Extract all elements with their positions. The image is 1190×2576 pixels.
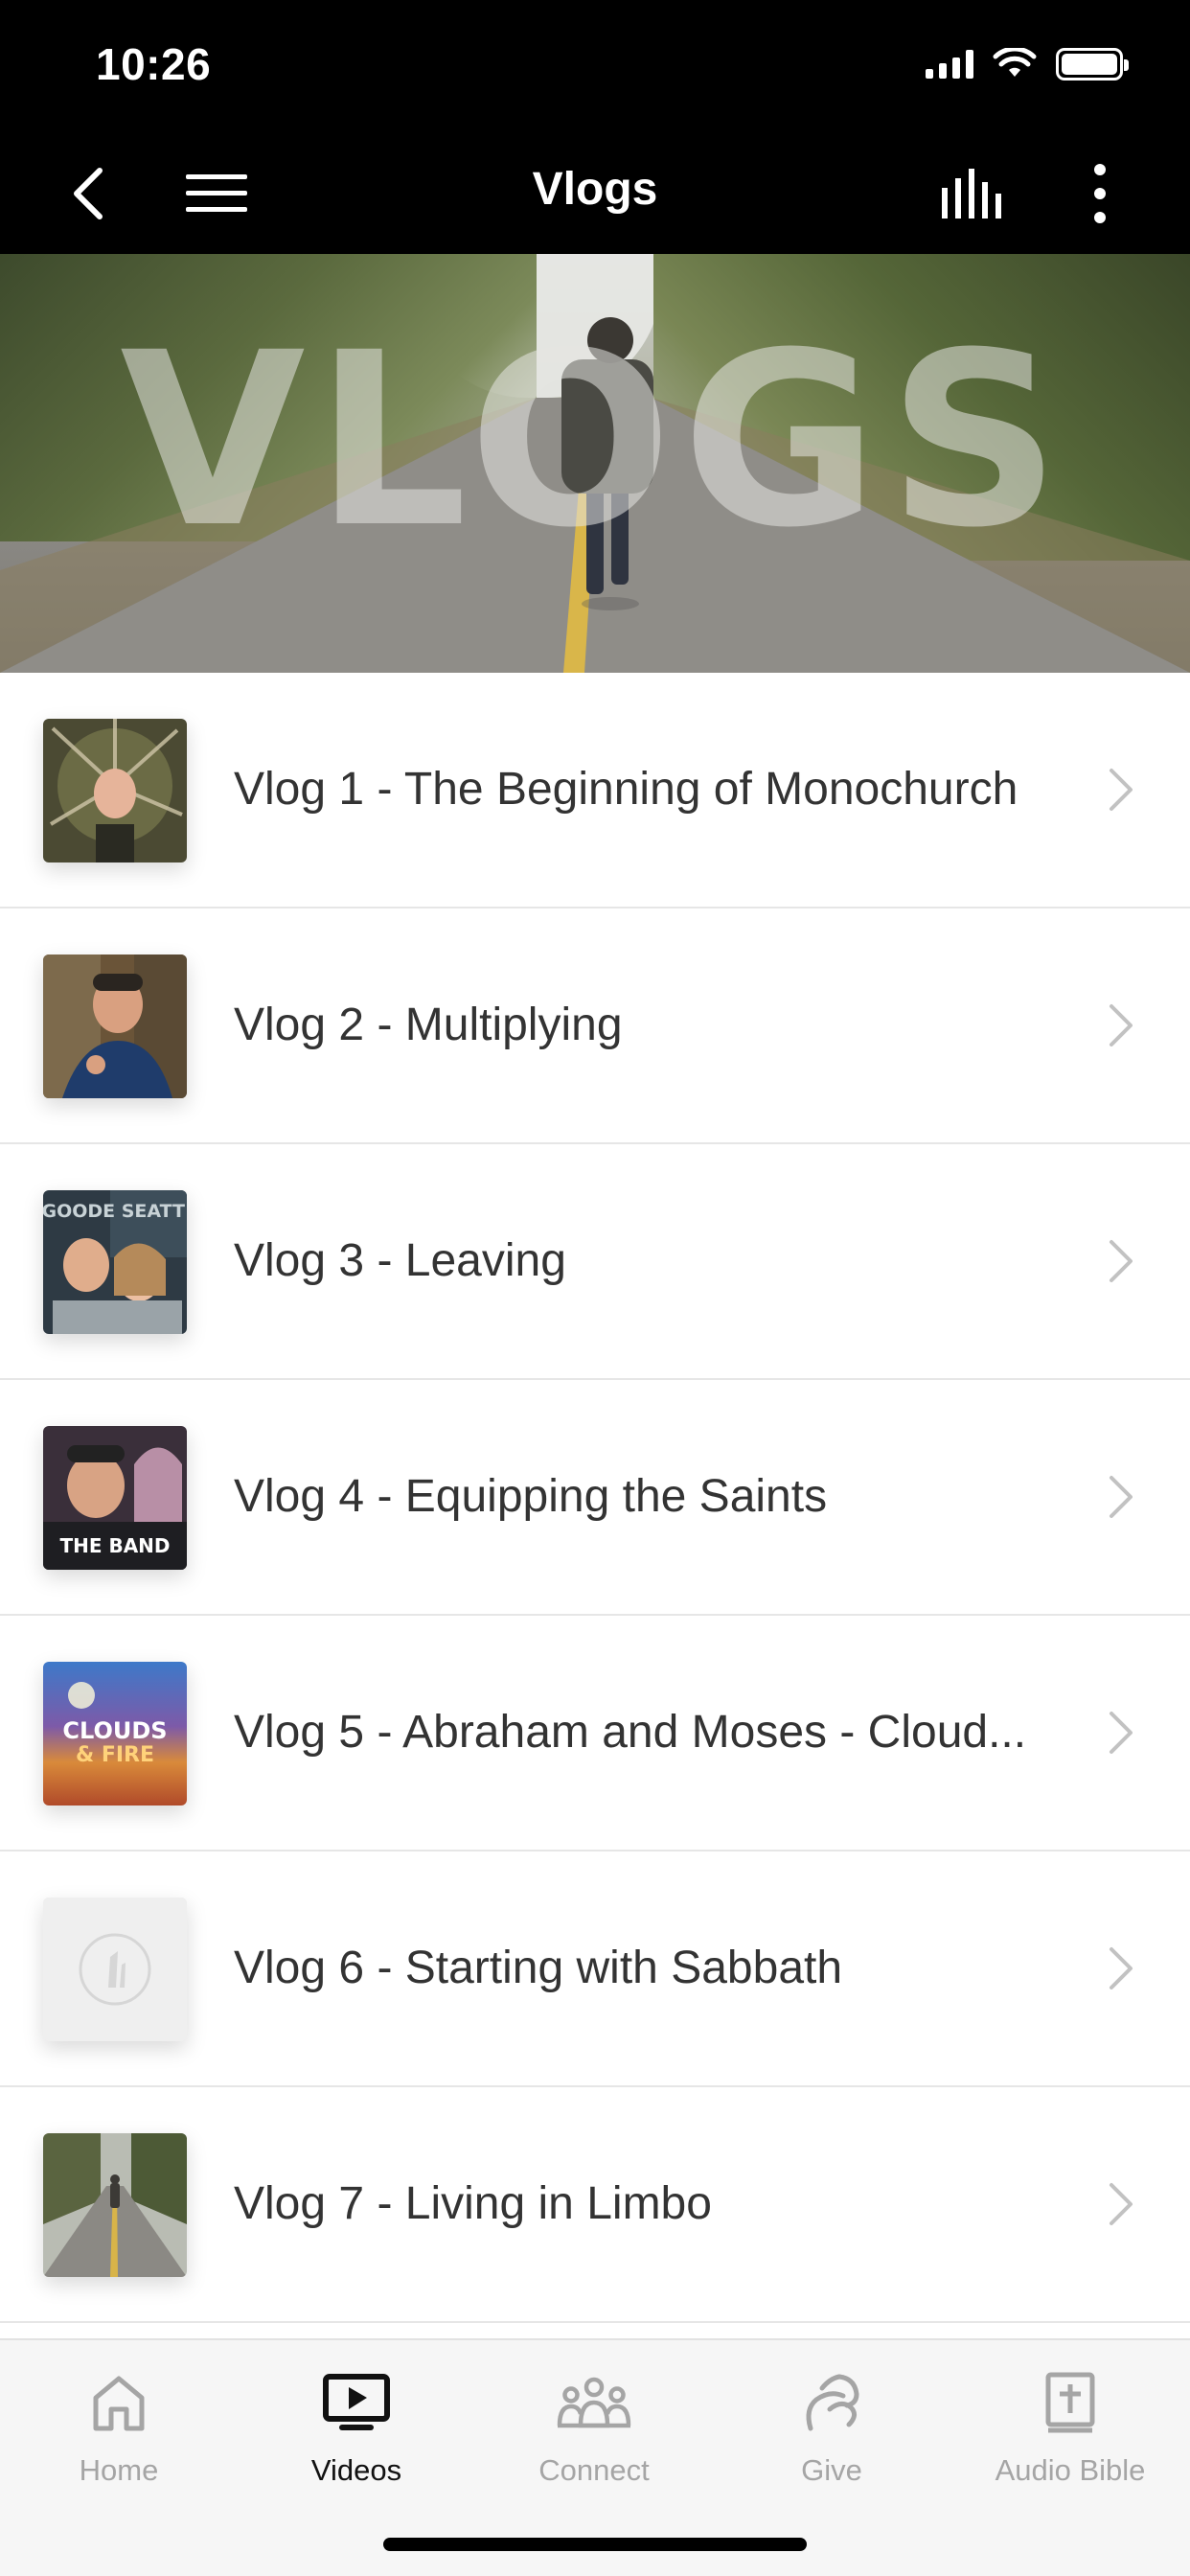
more-vertical-icon	[1094, 164, 1106, 223]
chevron-right-icon	[1110, 1004, 1133, 1046]
audio-button[interactable]	[937, 157, 1010, 230]
thumbnail	[43, 2133, 187, 2277]
chevron-right-icon	[1110, 1712, 1133, 1754]
tab-give[interactable]: Give	[713, 2359, 950, 2488]
page-title: Vlogs	[532, 164, 658, 215]
item-title: Vlog 7 - Living in Limbo	[234, 2178, 712, 2229]
list-item[interactable]: Vlog 1 - The Beginning of Monochurch	[0, 673, 1190, 908]
chevron-right-icon	[1110, 1476, 1133, 1518]
chevron-right-icon	[1110, 2183, 1133, 2225]
people-icon	[557, 2377, 631, 2428]
more-options-button[interactable]	[1081, 157, 1119, 230]
thumb-text-2: & FIRE	[76, 1743, 154, 1767]
status-time: 10:26	[96, 39, 212, 89]
tab-audio-bible[interactable]: Audio Bible	[950, 2359, 1190, 2488]
item-title: Vlog 4 - Equipping the Saints	[234, 1471, 828, 1522]
vlog-list: Vlog 1 - The Beginning of Monochurch Vlo…	[0, 673, 1190, 2323]
tab-label: Connect	[538, 2453, 650, 2487]
battery-icon	[1056, 48, 1129, 80]
tab-videos[interactable]: Videos	[238, 2359, 475, 2488]
thumb-text: THE BAND	[59, 1534, 170, 1557]
give-icon	[806, 2374, 859, 2431]
chevron-right-icon	[1110, 769, 1133, 811]
thumbnail	[43, 719, 187, 862]
status-icons	[926, 48, 1129, 80]
item-title: Vlog 6 - Starting with Sabbath	[234, 1943, 843, 1993]
tab-label: Audio Bible	[995, 2453, 1146, 2487]
home-icon	[93, 2376, 145, 2431]
chevron-right-icon	[1110, 1240, 1133, 1282]
tree-hands-photo	[43, 719, 187, 862]
status-bar: 10:26	[0, 0, 1190, 134]
tab-home[interactable]: Home	[0, 2359, 238, 2488]
clouds-fire-artwork: CLOUDS & FIRE	[43, 1662, 187, 1806]
list-item[interactable]: Vlog 6 - Starting with Sabbath	[0, 1852, 1190, 2087]
road-walker-photo	[43, 2133, 187, 2277]
hero-banner: VLOGS	[0, 254, 1190, 673]
man-forest-photo	[43, 954, 187, 1098]
list-item[interactable]: CLOUDS & FIRE Vlog 5 - Abraham and Moses…	[0, 1616, 1190, 1852]
thumbnail: CLOUDS & FIRE	[43, 1662, 187, 1806]
man-church-photo: THE BAND	[43, 1426, 187, 1570]
item-title: Vlog 5 - Abraham and Moses - Cloud...	[234, 1707, 1027, 1758]
thumb-text-1: CLOUDS	[62, 1717, 167, 1744]
thumbnail: GOODE SEATT	[43, 1190, 187, 1334]
cellular-signal-icon	[926, 50, 973, 79]
list-item[interactable]: GOODE SEATT Vlog 3 - Leaving	[0, 1144, 1190, 1380]
list-item[interactable]: THE BAND Vlog 4 - Equipping the Saints	[0, 1380, 1190, 1616]
item-title: Vlog 1 - The Beginning of Monochurch	[234, 764, 1018, 815]
list-item[interactable]: Vlog 7 - Living in Limbo	[0, 2087, 1190, 2323]
list-item[interactable]: Vlog 2 - Multiplying	[0, 908, 1190, 1144]
item-title: Vlog 3 - Leaving	[234, 1235, 566, 1286]
wifi-icon	[993, 48, 1037, 77]
tab-label: Videos	[310, 2453, 402, 2487]
placeholder-logo-icon	[43, 1898, 187, 2041]
bible-icon	[1045, 2372, 1095, 2433]
tab-label: Home	[79, 2453, 159, 2487]
hero-overlay-text: VLOGS	[120, 301, 1070, 580]
thumbnail	[43, 1898, 187, 2041]
nav-bar: Vlogs	[0, 134, 1190, 254]
home-indicator[interactable]	[383, 2538, 807, 2551]
thumbnail	[43, 954, 187, 1098]
tab-label: Give	[801, 2453, 862, 2487]
thumbnail: THE BAND	[43, 1426, 187, 1570]
item-title: Vlog 2 - Multiplying	[234, 1000, 623, 1050]
tv-play-icon	[323, 2374, 390, 2430]
couple-photo: GOODE SEATT	[43, 1190, 187, 1334]
thumb-text: GOODE SEATT	[43, 1201, 185, 1222]
chevron-right-icon	[1110, 1947, 1133, 1990]
audio-bars-icon	[942, 169, 1001, 218]
tab-connect[interactable]: Connect	[475, 2359, 713, 2488]
